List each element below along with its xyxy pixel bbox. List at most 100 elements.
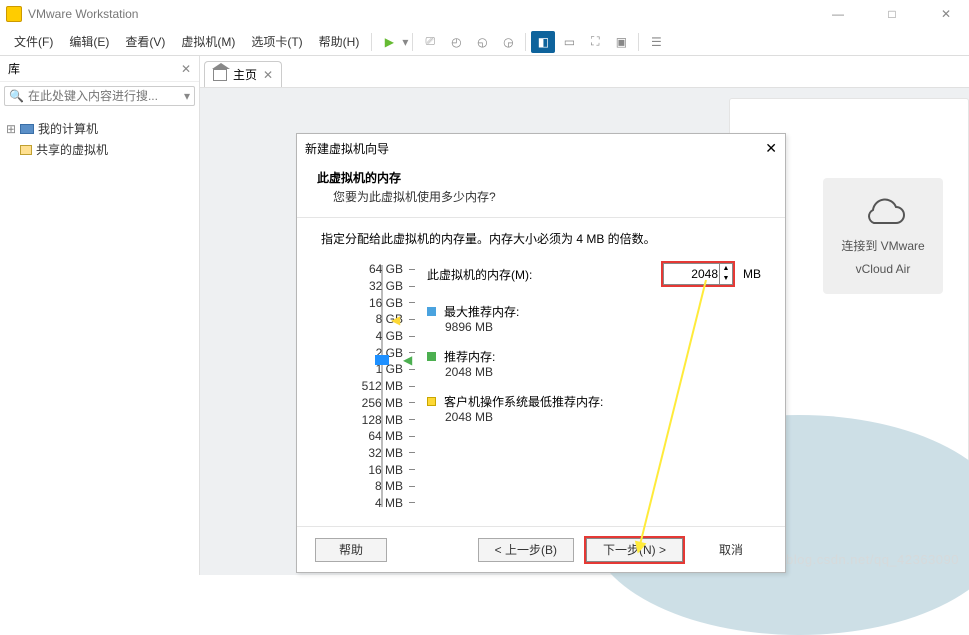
separator (371, 33, 372, 51)
tick-mark (409, 502, 415, 503)
memory-unit: MB (743, 267, 761, 281)
search-input[interactable] (28, 89, 184, 103)
cancel-button[interactable]: 取消 (695, 538, 767, 562)
menu-view[interactable]: 查看(V) (117, 33, 173, 50)
play-button-icon[interactable]: ▶ (377, 31, 401, 53)
search-input-wrap[interactable]: 🔍 ▾ (4, 86, 195, 106)
rec-min-value: 2048 MB (427, 410, 761, 424)
tick-mark (409, 369, 415, 370)
tool-snapshot-icon[interactable]: ◴ (444, 31, 468, 53)
separator (525, 33, 526, 51)
tree-item-my-computer[interactable]: ⊞ 我的计算机 (6, 118, 193, 139)
wizard-close-icon[interactable]: ✕ (765, 140, 777, 157)
memory-slider[interactable]: 64 GB32 GB16 GB8 GB4 GB2 GB1 GB512 MB256… (321, 261, 415, 511)
menu-file[interactable]: 文件(F) (6, 33, 61, 50)
slider-thumb-icon[interactable] (375, 355, 389, 365)
slider-tick: 16 GB (321, 294, 415, 311)
tool-manage-icon[interactable]: ◶ (496, 31, 520, 53)
back-button[interactable]: < 上一步(B) (478, 538, 574, 562)
library-tree: ⊞ 我的计算机 共享的虚拟机 (0, 110, 199, 168)
separator (412, 33, 413, 51)
menu-vm[interactable]: 虚拟机(M) (173, 33, 243, 50)
tick-mark (409, 286, 415, 287)
tick-mark (409, 469, 415, 470)
back-button-label: < 上一步(B) (495, 541, 557, 558)
max-marker-icon: ◀ (391, 313, 400, 327)
search-dropdown-icon[interactable]: ▾ (184, 89, 190, 103)
window-title: VMware Workstation (28, 7, 138, 21)
tick-label: 32 MB (351, 446, 403, 460)
wizard-note: 指定分配给此虚拟机的内存量。内存大小必须为 4 MB 的倍数。 (321, 230, 761, 247)
square-yellow-icon (427, 397, 436, 406)
spin-down-icon[interactable]: ▼ (719, 274, 732, 284)
menu-edit[interactable]: 编辑(E) (61, 33, 117, 50)
tree-label: 共享的虚拟机 (36, 141, 108, 158)
tick-label: 8 MB (351, 479, 403, 493)
wizard-heading: 此虚拟机的内存 (317, 167, 765, 188)
slider-tick: 32 MB (321, 445, 415, 462)
tool-screen-icon[interactable]: ⎚ (418, 31, 442, 53)
slider-tick: 128 MB (321, 411, 415, 428)
tick-mark (409, 419, 415, 420)
sidebar-close-icon[interactable]: ✕ (181, 62, 191, 76)
view-thumbnail-icon[interactable]: ▭ (557, 31, 581, 53)
tool-revert-icon[interactable]: ◵ (470, 31, 494, 53)
tick-label: 64 GB (351, 262, 403, 276)
rec-min-label: 客户机操作系统最低推荐内存: (444, 393, 603, 410)
view-fullscreen-icon[interactable]: ⛶ (583, 31, 607, 53)
memory-label: 此虚拟机的内存(M): (427, 266, 653, 283)
tree-item-shared-vms[interactable]: 共享的虚拟机 (6, 139, 193, 160)
square-blue-icon (427, 307, 436, 316)
tab-close-icon[interactable]: ✕ (263, 68, 273, 82)
wizard-body: 指定分配给此虚拟机的内存量。内存大小必须为 4 MB 的倍数。 64 GB 32 … (297, 218, 785, 526)
menu-help[interactable]: 帮助(H) (311, 33, 368, 50)
vcloud-tile[interactable]: 连接到 VMware vCloud Air (823, 178, 943, 294)
memory-input[interactable]: 2048 ▲▼ (663, 263, 733, 285)
tick-label: 32 GB (351, 279, 403, 293)
tree-label: 我的计算机 (38, 120, 98, 137)
wizard-header: 此虚拟机的内存 您要为此虚拟机使用多少内存? (297, 163, 785, 218)
home-icon (213, 69, 227, 81)
tick-label: 4 GB (351, 329, 403, 343)
spin-up-icon[interactable]: ▲ (719, 264, 732, 274)
slider-tick: 32 GB (321, 278, 415, 295)
tick-label: 128 MB (351, 413, 403, 427)
play-dropdown-icon[interactable]: ▾ (402, 35, 408, 49)
close-window-button[interactable]: ✕ (929, 7, 963, 21)
app-logo-icon (6, 6, 22, 22)
wizard-footer: 帮助 < 上一步(B) 下一步(N) > 取消 (297, 526, 785, 572)
slider-tick: 1 GB (321, 361, 415, 378)
rec-max-value: 9896 MB (427, 320, 761, 334)
tick-label: 256 MB (351, 396, 403, 410)
view-unity-icon[interactable]: ▣ (609, 31, 633, 53)
slider-tick: 4 MB (321, 495, 415, 512)
tick-mark (409, 336, 415, 337)
sidebar: 库 ✕ 🔍 ▾ ⊞ 我的计算机 共享的虚拟机 (0, 56, 200, 575)
slider-tick: 2 GB (321, 344, 415, 361)
tick-label: 64 MB (351, 429, 403, 443)
titlebar: VMware Workstation — □ ✕ (0, 0, 969, 28)
view-sidebar-icon[interactable]: ◧ (531, 31, 555, 53)
tool-library-icon[interactable]: ☰ (644, 31, 668, 53)
separator (638, 33, 639, 51)
square-green-icon (427, 352, 436, 361)
wizard-subheading: 您要为此虚拟机使用多少内存? (317, 188, 765, 205)
menu-tabs[interactable]: 选项卡(T) (243, 33, 310, 50)
shared-icon (20, 145, 32, 155)
tick-mark (409, 486, 415, 487)
tab-home[interactable]: 主页 ✕ (204, 61, 282, 87)
slider-tick: 4 GB (321, 328, 415, 345)
maximize-button[interactable]: □ (875, 7, 909, 21)
slider-tick: 512 MB (321, 378, 415, 395)
minimize-button[interactable]: — (821, 7, 855, 21)
slider-tick: 8 MB (321, 478, 415, 495)
tick-mark (409, 269, 415, 270)
memory-spinner[interactable]: ▲▼ (719, 264, 732, 284)
tab-label: 主页 (233, 66, 257, 83)
tick-label: 16 MB (351, 463, 403, 477)
wizard-titlebar: 新建虚拟机向导 ✕ (297, 134, 785, 163)
help-button[interactable]: 帮助 (315, 538, 387, 562)
rec-marker-icon: ◀ (403, 353, 412, 367)
expand-icon[interactable]: ⊞ (6, 122, 16, 136)
window-controls: — □ ✕ (821, 7, 963, 21)
